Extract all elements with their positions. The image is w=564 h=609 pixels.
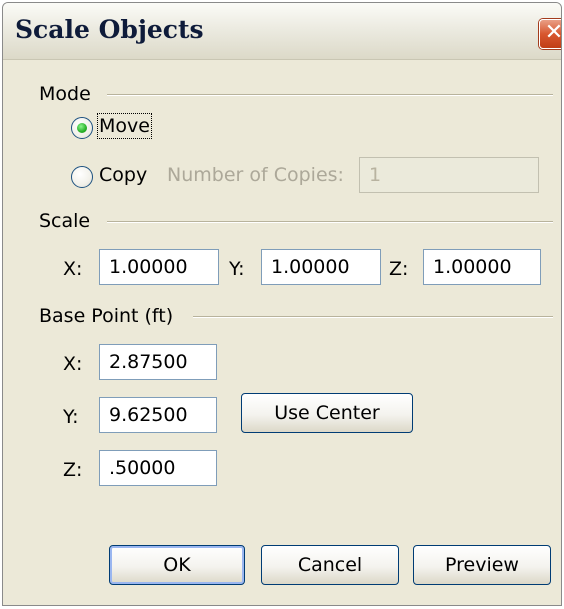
base-point-group-label: Base Point (ft) [39,305,174,327]
scale-x-input[interactable]: 1.00000 [99,249,219,285]
base-point-z-input[interactable]: .50000 [99,450,217,486]
close-icon[interactable]: ✕ [539,19,561,49]
cancel-button[interactable]: Cancel [261,545,399,585]
ok-button[interactable]: OK [109,545,245,585]
base-point-y-label: Y: [63,406,79,428]
radio-selected-dot [77,123,87,133]
scale-z-input[interactable]: 1.00000 [423,249,541,285]
title-bar[interactable]: Scale Objects ✕ [3,3,561,60]
dialog-title: Scale Objects [15,15,204,44]
scale-x-label: X: [63,258,83,280]
mode-group-divider [107,94,553,96]
scale-z-label: Z: [389,258,409,280]
scale-objects-dialog: Scale Objects ✕ Mode Move Copy Number of… [2,2,562,606]
move-radio-label[interactable]: Move [97,113,152,139]
scale-y-label: Y: [229,258,245,280]
base-point-x-label: X: [63,353,83,375]
number-of-copies-input[interactable]: 1 [359,157,539,193]
copy-radio[interactable] [71,166,93,188]
base-point-x-input[interactable]: 2.87500 [99,344,217,380]
scale-group-label: Scale [39,210,91,232]
copy-radio-label[interactable]: Copy [99,164,147,186]
mode-group-label: Mode [39,83,91,105]
preview-button[interactable]: Preview [413,545,551,585]
move-radio[interactable] [71,117,93,139]
base-point-group-divider [193,316,553,318]
scale-y-input[interactable]: 1.00000 [261,249,381,285]
base-point-z-label: Z: [63,459,83,481]
base-point-y-input[interactable]: 9.62500 [99,397,217,433]
scale-group-divider [107,221,553,223]
use-center-button[interactable]: Use Center [241,393,413,433]
number-of-copies-label: Number of Copies: [167,164,344,186]
